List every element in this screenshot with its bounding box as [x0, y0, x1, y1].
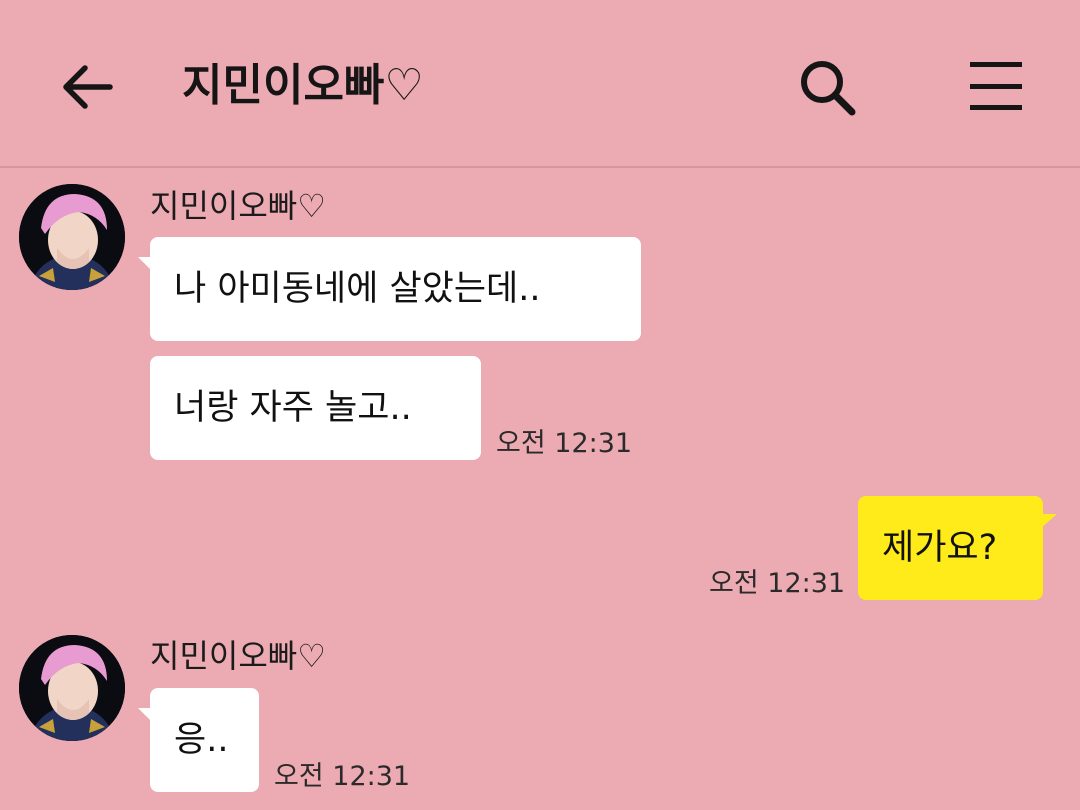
sender-name: 지민이오빠♡ — [150, 187, 326, 225]
avatar[interactable] — [19, 184, 125, 290]
menu-button[interactable] — [966, 58, 1026, 114]
message-time: 오전 12:31 — [496, 428, 633, 459]
message-time: 오전 12:31 — [274, 761, 411, 792]
chat-header: 지민이오빠♡ — [0, 0, 1080, 168]
profile-photo — [19, 184, 125, 290]
search-icon — [801, 61, 856, 116]
message-time: 오전 12:31 — [709, 568, 846, 599]
message-bubble[interactable]: 응.. — [138, 688, 259, 792]
message-bubble[interactable]: 나 아미동네에 살았는데.. — [138, 237, 641, 341]
message-bubble[interactable]: 너랑 자주 놀고.. — [150, 356, 481, 460]
sender-name: 지민이오빠♡ — [150, 637, 326, 675]
arrow-left-icon — [63, 65, 113, 109]
avatar[interactable] — [19, 635, 125, 741]
search-button[interactable] — [796, 56, 860, 120]
profile-photo — [19, 635, 125, 741]
chat-title: 지민이오빠♡ — [182, 60, 424, 111]
back-button[interactable] — [58, 58, 116, 116]
hamburger-menu-icon — [970, 62, 1022, 110]
my-message-bubble[interactable]: 제가요? — [858, 496, 1057, 600]
